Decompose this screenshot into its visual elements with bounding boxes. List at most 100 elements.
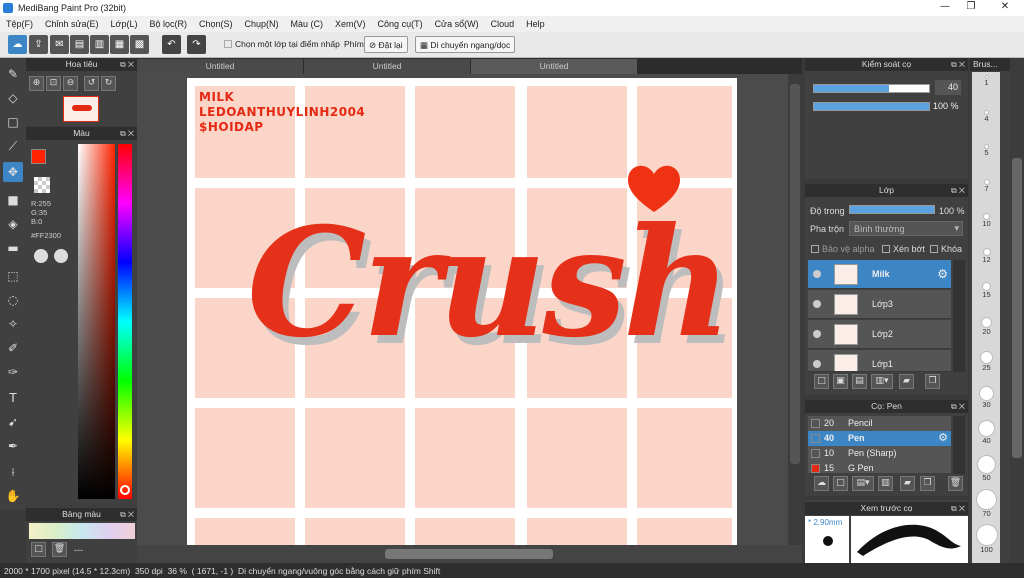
brush-size-item[interactable]: 30 [975, 386, 998, 424]
lock-option[interactable]: Khóa [930, 244, 962, 254]
select-layer-option[interactable]: Chọn một lớp tại điểm nhấp [224, 39, 340, 49]
lock-checkbox[interactable] [930, 245, 938, 253]
layer-opacity-slider[interactable] [849, 205, 935, 214]
clip-checkbox[interactable] [882, 245, 890, 253]
move-constraint-button[interactable]: ▦ Di chuyển ngang/dọc [415, 36, 516, 53]
rotate-right-icon[interactable]: ↻ [101, 76, 116, 91]
layer-item-lop2[interactable]: Lớp2 [808, 320, 951, 349]
brush-size-item[interactable]: 1 [975, 76, 998, 113]
canvas-area[interactable]: MILK LEDOANTHUYLINH2004 $HOIDAP Crush [137, 74, 788, 545]
gear-icon[interactable]: ⚙ [938, 431, 948, 444]
brush-size-item[interactable]: 5 [975, 145, 998, 182]
brush-size-item[interactable]: 70 [975, 490, 998, 527]
brush-item[interactable]: 10 Pen (Sharp) [808, 446, 951, 461]
brush-cloud-icon[interactable]: ☁ [814, 476, 829, 491]
undo-icon[interactable]: ↶ [162, 35, 181, 54]
new-layer-copy-icon[interactable]: ▣ [833, 374, 848, 389]
document-tab-active[interactable]: Untitled [471, 59, 637, 74]
zoom-out-icon[interactable]: ⊖ [63, 76, 78, 91]
menu-select[interactable]: Chọn(S) [193, 16, 239, 32]
document-tab[interactable]: Untitled [304, 59, 470, 74]
brush-settings-icon[interactable]: ▥ [878, 476, 893, 491]
menu-cloud[interactable]: Cloud [485, 16, 521, 32]
maximize-button[interactable]: ❐ [956, 1, 986, 15]
cloud-icon[interactable]: ☁ [8, 35, 27, 54]
tiles-icon[interactable]: ▩ [130, 35, 149, 54]
panel-float-close-icon[interactable]: ⧉ ✕ [120, 127, 134, 140]
fill-rect-tool-icon[interactable]: ■ [3, 190, 23, 210]
menu-window[interactable]: Cửa sổ(W) [429, 16, 485, 32]
protect-alpha-option[interactable]: Bảo vệ alpha [811, 244, 875, 254]
foreground-color-swatch[interactable] [31, 149, 46, 164]
note-icon[interactable]: ▤ [70, 35, 89, 54]
layer-type-menu-icon[interactable]: ▥▾ [871, 374, 893, 389]
hue-handle[interactable] [120, 485, 130, 495]
canvas[interactable]: MILK LEDOANTHUYLINH2004 $HOIDAP Crush [187, 78, 737, 545]
share-icon[interactable]: ⇪ [29, 35, 48, 54]
new-layer-icon[interactable]: □ [814, 374, 829, 389]
menu-view[interactable]: Xem(V) [329, 16, 372, 32]
layer-list-scrollbar[interactable] [953, 260, 965, 372]
brush-size-item[interactable]: 40 [975, 421, 998, 458]
redo-icon[interactable]: ↷ [187, 35, 206, 54]
transparent-swatch[interactable] [34, 177, 50, 193]
brush-opacity-slider[interactable] [813, 102, 930, 111]
magic-wand-tool-icon[interactable]: ✧ [3, 314, 23, 334]
duplicate-layer-icon[interactable]: ❐ [925, 374, 940, 389]
blend-mode-select[interactable]: Bình thường ▾ [849, 221, 963, 236]
gradient-tool-icon[interactable]: ▬ [3, 238, 23, 258]
protect-alpha-checkbox[interactable] [811, 245, 819, 253]
comment-icon[interactable]: ✉ [50, 35, 69, 54]
brush-item-selected[interactable]: 40 Pen ⚙ [808, 431, 951, 446]
document-tab[interactable]: Untitled [137, 59, 303, 74]
zoom-in-icon[interactable]: ⊕ [29, 76, 44, 91]
brush-menu-icon[interactable]: ▤▾ [852, 476, 874, 491]
vertical-scrollbar[interactable] [788, 74, 802, 545]
brush-size-item[interactable]: 10 [975, 214, 998, 251]
select-layer-checkbox[interactable] [224, 40, 232, 48]
brush-size-item[interactable]: 20 [975, 317, 998, 355]
select-eraser-tool-icon[interactable]: ✑ [3, 362, 23, 382]
menu-edit[interactable]: Chỉnh sửa(E) [39, 16, 105, 32]
pen-tool-icon[interactable]: ✒ [3, 436, 23, 456]
menu-color[interactable]: Màu (C) [285, 16, 330, 32]
brush-size-slider[interactable] [813, 84, 930, 93]
panel-float-close-icon[interactable]: ⧉ ✕ [951, 400, 965, 413]
layer-item-lop3[interactable]: Lớp3 [808, 290, 951, 319]
clip-option[interactable]: Xén bớt [882, 244, 925, 254]
brush-size-value[interactable]: 40 [935, 80, 961, 95]
eye-icon[interactable] [813, 360, 821, 368]
panel-float-close-icon[interactable]: ⧉ ✕ [120, 508, 134, 521]
brush-size-item[interactable]: 50 [975, 455, 998, 493]
brush-size-item[interactable]: 12 [975, 248, 998, 286]
layer-item-lop1[interactable]: Lớp1 [808, 350, 951, 372]
fit-icon[interactable]: ⊡ [46, 76, 61, 91]
brush-size-item[interactable]: 15 [975, 283, 998, 320]
line-tool-icon[interactable]: ⟋ [3, 136, 23, 156]
delete-palette-icon[interactable]: 🗑 [52, 542, 67, 557]
brush-duplicate-icon[interactable]: ❐ [920, 476, 935, 491]
brush-folder-icon[interactable]: ▰ [900, 476, 915, 491]
brush-list-scrollbar[interactable] [953, 416, 965, 474]
new-brush-icon[interactable]: □ [833, 476, 848, 491]
panel-float-close-icon[interactable]: ⧉ ✕ [951, 184, 965, 197]
eyedropper-tool-icon[interactable]: ⟊ [3, 462, 23, 482]
menu-help[interactable]: Help [520, 16, 551, 32]
brush-size-item[interactable]: 25 [975, 352, 998, 389]
brush-tool-icon[interactable]: ✎ [3, 64, 23, 84]
brush-size-item[interactable]: 4 [975, 110, 998, 148]
text-tool-icon[interactable]: T [3, 388, 23, 408]
color-tools-icon[interactable] [54, 249, 68, 263]
brush-size-item[interactable]: 100 [975, 524, 998, 562]
eye-icon[interactable] [813, 300, 821, 308]
menu-filter[interactable]: Bộ lọc(R) [143, 16, 193, 32]
vertical-scroll-thumb[interactable] [790, 84, 800, 464]
brush-size-scrollbar[interactable] [1010, 58, 1024, 563]
layer-item-milk[interactable]: Milk ⚙ [808, 260, 951, 289]
horizontal-scrollbar[interactable] [137, 545, 802, 563]
document-icon[interactable]: ▥ [90, 35, 109, 54]
menu-snap[interactable]: Chụp(N) [239, 16, 285, 32]
saturation-value-picker[interactable] [78, 144, 115, 499]
hue-slider[interactable] [118, 144, 132, 499]
horizontal-scroll-thumb[interactable] [385, 549, 553, 559]
